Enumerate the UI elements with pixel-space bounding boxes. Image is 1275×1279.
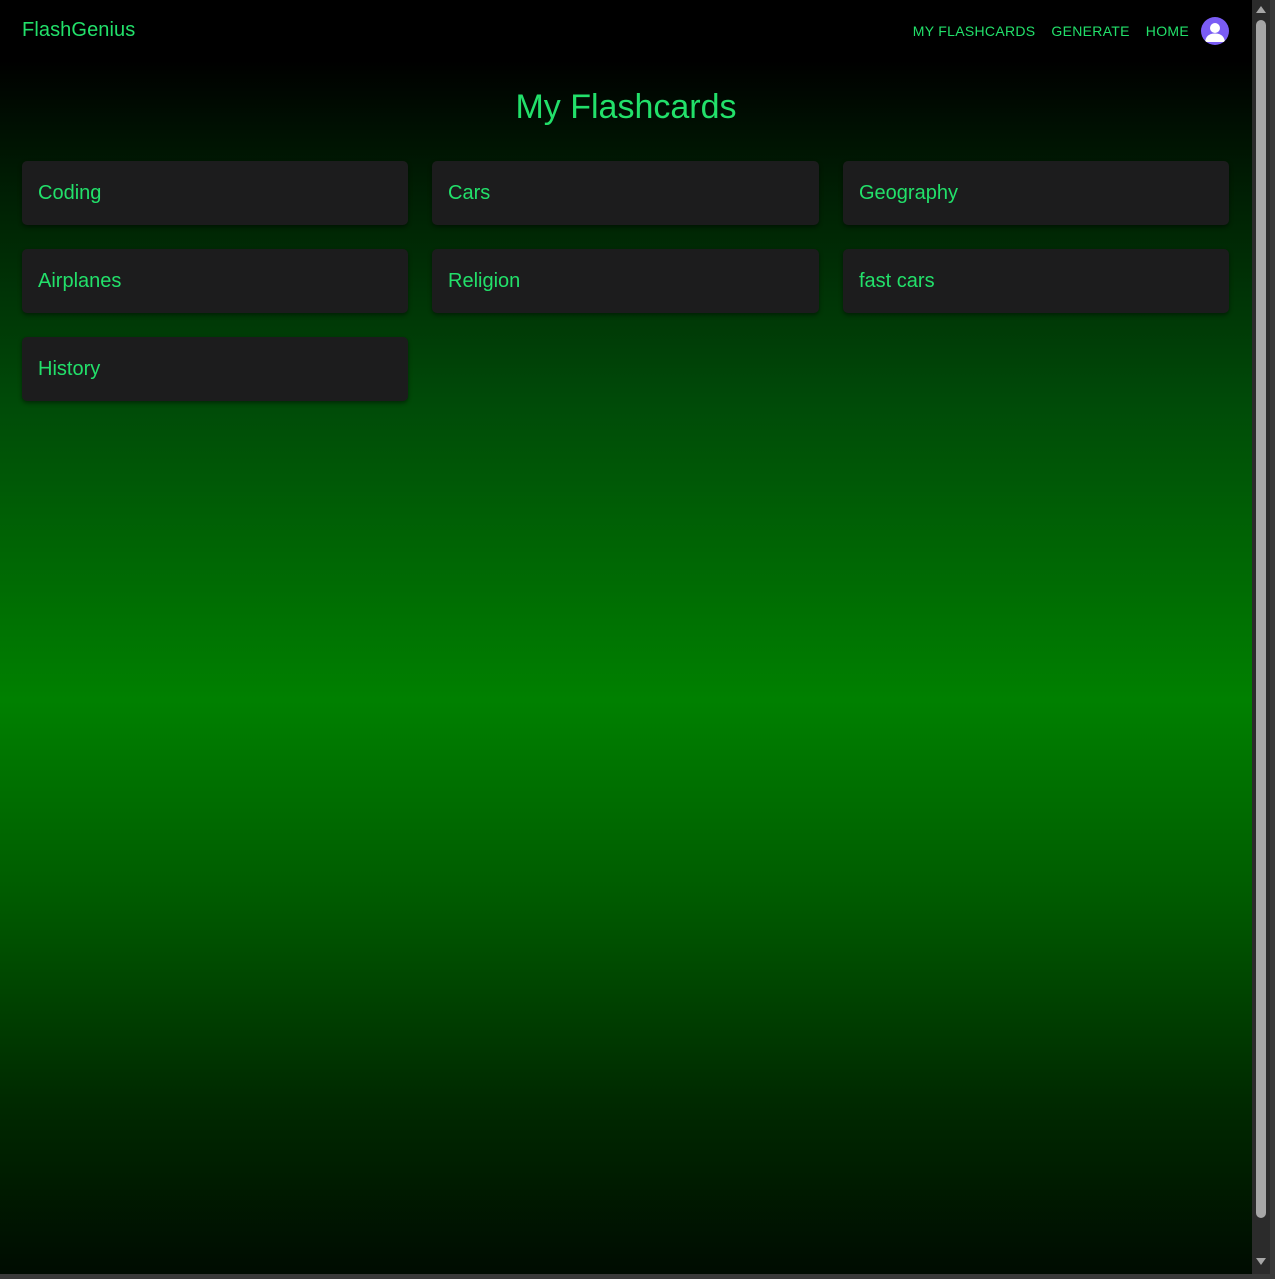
flashcard-set-card[interactable]: fast cars <box>843 249 1229 313</box>
person-icon <box>1205 23 1225 42</box>
window-edge <box>1270 0 1275 1279</box>
flashcard-set-name: Geography <box>859 181 958 204</box>
scroll-up-arrow-icon[interactable] <box>1256 6 1266 13</box>
flashcard-set-name: Airplanes <box>38 269 122 292</box>
flashcard-set-name: Coding <box>38 181 102 204</box>
flashcard-set-name: fast cars <box>859 269 935 292</box>
flashcard-set-name: Cars <box>448 181 491 204</box>
flashcard-set-card[interactable]: History <box>22 337 408 401</box>
page-title: My Flashcards <box>515 88 737 126</box>
flashcard-set-card[interactable]: Geography <box>843 161 1229 225</box>
nav-links: MY FLASHCARDS GENERATE HOME <box>913 16 1229 46</box>
flashcard-set-card[interactable]: Cars <box>432 161 819 225</box>
flashcard-set-card[interactable]: Religion <box>432 249 819 313</box>
nav-my-flashcards[interactable]: MY FLASHCARDS <box>913 23 1036 39</box>
brand-logo[interactable]: FlashGenius <box>22 19 135 42</box>
user-avatar-icon[interactable] <box>1201 17 1229 45</box>
flashcard-set-card[interactable]: Coding <box>22 161 408 225</box>
nav-generate[interactable]: GENERATE <box>1051 23 1129 39</box>
flashcard-set-name: Religion <box>448 269 521 292</box>
vertical-scrollbar[interactable] <box>1252 0 1270 1274</box>
window-edge <box>0 1274 1275 1279</box>
navbar: FlashGenius MY FLASHCARDS GENERATE HOME <box>0 0 1252 62</box>
flashcard-set-card[interactable]: Airplanes <box>22 249 408 313</box>
flashcard-set-name: History <box>38 357 101 380</box>
flashcard-grid: Coding Cars Geography Airplanes Religion… <box>22 161 1229 401</box>
scroll-down-arrow-icon[interactable] <box>1256 1258 1266 1265</box>
page: FlashGenius MY FLASHCARDS GENERATE HOME … <box>0 0 1252 1274</box>
scrollbar-thumb[interactable] <box>1256 20 1266 1218</box>
nav-home[interactable]: HOME <box>1146 23 1189 39</box>
